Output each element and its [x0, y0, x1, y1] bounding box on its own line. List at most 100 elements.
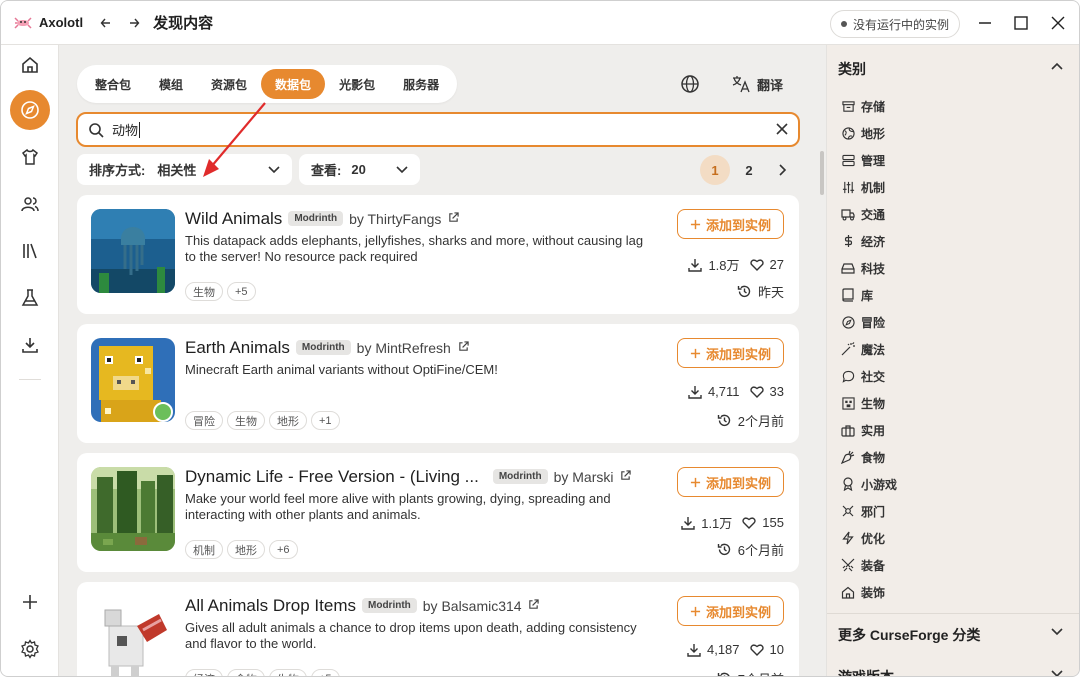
add-instance-button[interactable]: [10, 582, 50, 622]
category-adventure[interactable]: 冒险: [841, 312, 885, 332]
result-card[interactable]: All Animals Drop Items Modrinth by Balsami…: [77, 582, 799, 676]
external-link-icon[interactable]: [458, 341, 469, 352]
category-economy[interactable]: 经济: [841, 231, 885, 251]
page-size-dropdown[interactable]: 查看: 20: [299, 154, 420, 185]
category-food[interactable]: 食物: [841, 447, 885, 467]
tag[interactable]: 生物: [227, 411, 265, 430]
tag[interactable]: 生物: [185, 282, 223, 301]
collapse-categories-button[interactable]: [1051, 59, 1063, 73]
author-link[interactable]: by MintRefresh: [357, 340, 451, 356]
project-title[interactable]: Earth Animals: [185, 338, 290, 357]
friends-nav-button[interactable]: [10, 184, 50, 224]
shirt-icon: [21, 148, 39, 165]
category-management[interactable]: 管理: [841, 150, 885, 170]
main-scrollbar[interactable]: [820, 151, 824, 195]
next-page-button[interactable]: [768, 155, 798, 185]
category-mechanics[interactable]: 机制: [841, 177, 885, 197]
translate-button[interactable]: 翻译: [731, 71, 783, 97]
heart-icon: [742, 517, 756, 529]
author-link[interactable]: by ThirtyFangs: [349, 211, 441, 227]
category-mobs[interactable]: 生物: [841, 393, 885, 413]
tab-datapacks[interactable]: 数据包: [261, 69, 326, 99]
tag[interactable]: 冒险: [185, 411, 223, 430]
category-social[interactable]: 社交: [841, 366, 885, 386]
add-label: 添加到实例: [705, 217, 771, 233]
minimize-button[interactable]: [973, 11, 997, 35]
lab-nav-button[interactable]: [10, 278, 50, 318]
add-to-instance-button[interactable]: 添加到实例: [677, 467, 784, 497]
tag[interactable]: 机制: [185, 540, 223, 559]
category-magic[interactable]: 魔法: [841, 339, 885, 359]
expand-game-version-button[interactable]: [1051, 669, 1063, 676]
discover-nav-button[interactable]: [10, 90, 50, 130]
tag-more[interactable]: +5: [311, 669, 340, 676]
add-to-instance-button[interactable]: 添加到实例: [677, 596, 784, 626]
project-thumbnail: [91, 209, 175, 293]
tag[interactable]: 生物: [269, 669, 307, 676]
page-2-button[interactable]: 2: [734, 155, 764, 185]
tag-more[interactable]: +6: [269, 540, 298, 559]
library-nav-button[interactable]: [10, 231, 50, 271]
close-button[interactable]: [1046, 11, 1070, 35]
game-version-heading[interactable]: 游戏版本: [838, 667, 894, 676]
category-technology[interactable]: 科技: [841, 258, 885, 278]
category-utility[interactable]: 实用: [841, 420, 885, 440]
external-link-icon[interactable]: [448, 212, 459, 223]
hard-drive-icon: [841, 261, 855, 275]
category-transportation[interactable]: 交通: [841, 204, 885, 224]
category-worldgen[interactable]: 地形: [841, 123, 885, 143]
download-count: 1.8万: [708, 258, 740, 273]
search-input[interactable]: 动物: [76, 112, 800, 147]
language-globe-button[interactable]: [678, 72, 702, 96]
project-title[interactable]: Dynamic Life - Free Version - (Living ..…: [185, 467, 479, 486]
tag[interactable]: 经济: [185, 669, 223, 676]
tag[interactable]: 地形: [227, 540, 265, 559]
last-updated: 7个月前: [717, 669, 784, 676]
author-link[interactable]: by Marski: [554, 469, 614, 485]
category-storage[interactable]: 存储: [841, 96, 885, 116]
curseforge-categories-heading[interactable]: 更多 CurseForge 分类: [838, 625, 980, 645]
author-link[interactable]: by Balsamic314: [423, 598, 522, 614]
tab-mods[interactable]: 模组: [145, 69, 197, 99]
tag-more[interactable]: +1: [311, 411, 340, 430]
tab-resourcepacks[interactable]: 资源包: [197, 69, 261, 99]
home-nav-button[interactable]: [10, 45, 50, 85]
category-minigame[interactable]: 小游戏: [841, 474, 897, 494]
tag[interactable]: 地形: [269, 411, 307, 430]
settings-nav-button[interactable]: [10, 629, 50, 669]
add-to-instance-button[interactable]: 添加到实例: [677, 338, 784, 368]
heart-icon: [749, 644, 764, 656]
maximize-button[interactable]: [1009, 11, 1033, 35]
award-icon: [841, 477, 855, 491]
history-icon: [717, 672, 730, 676]
instance-status-button[interactable]: 没有运行中的实例: [830, 10, 961, 38]
external-link-icon[interactable]: [620, 470, 631, 481]
project-description: Make your world feel more alive with pla…: [185, 491, 611, 522]
back-arrow-icon[interactable]: [95, 12, 117, 34]
external-link-icon[interactable]: [528, 599, 540, 610]
tag[interactable]: 食物: [227, 669, 265, 676]
page-1-button[interactable]: 1: [700, 155, 730, 185]
category-label: 冒险: [861, 315, 886, 330]
project-title[interactable]: All Animals Drop Items: [185, 596, 356, 615]
downloads-nav-button[interactable]: [10, 325, 50, 365]
category-library[interactable]: 库: [841, 285, 873, 305]
forward-arrow-icon[interactable]: [123, 12, 145, 34]
tab-modpacks[interactable]: 整合包: [81, 69, 145, 99]
tab-servers[interactable]: 服务器: [389, 69, 453, 99]
clear-search-button[interactable]: [776, 120, 788, 140]
category-decoration[interactable]: 装饰: [841, 582, 885, 602]
project-title[interactable]: Wild Animals: [185, 209, 282, 228]
category-equipment[interactable]: 装备: [841, 555, 885, 575]
tab-shaders[interactable]: 光影包: [325, 69, 389, 99]
category-cursed[interactable]: 邪门: [841, 501, 885, 521]
result-card[interactable]: Dynamic Life - Free Version - (Living ..…: [77, 453, 799, 572]
result-card[interactable]: Wild Animals Modrinth by ThirtyFangs This …: [77, 195, 799, 314]
server-icon: [841, 153, 855, 167]
tag-more[interactable]: +5: [227, 282, 256, 301]
skins-nav-button[interactable]: [10, 137, 50, 177]
expand-curseforge-button[interactable]: [1051, 627, 1063, 639]
add-to-instance-button[interactable]: 添加到实例: [677, 209, 784, 239]
category-optimization[interactable]: 优化: [841, 528, 885, 548]
result-card[interactable]: Earth Animals Modrinth by MintRefresh Mine…: [77, 324, 799, 443]
